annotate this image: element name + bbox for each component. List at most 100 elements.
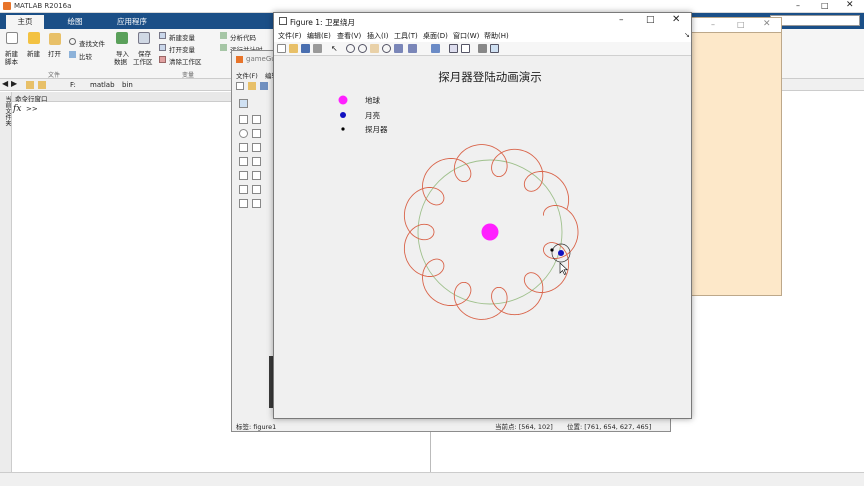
guide-open-icon[interactable] — [248, 82, 256, 90]
guide-menu-file[interactable]: 文件(F) — [236, 70, 258, 80]
link-plot-icon[interactable] — [431, 44, 440, 53]
palette-table-icon[interactable] — [252, 171, 261, 180]
palette-activex-icon[interactable] — [252, 199, 261, 208]
find-files-button[interactable]: 查找文件 — [79, 38, 105, 48]
browse-folder-icon[interactable] — [38, 81, 46, 89]
open-file-icon[interactable] — [289, 44, 298, 53]
path-segment-matlab[interactable]: matlab — [90, 81, 115, 89]
guide-status-position: 位置: [761, 654, 627, 465] — [567, 423, 652, 431]
new-variable-button[interactable]: 新建变量 — [169, 32, 195, 42]
path-drive[interactable]: F: — [70, 81, 76, 89]
matlab-maximize-button[interactable]: □ — [821, 1, 829, 10]
open-variable-button[interactable]: 打开变量 — [169, 44, 195, 54]
run-and-time-icon — [220, 44, 227, 51]
guide-new-icon[interactable] — [236, 82, 244, 90]
palette-edit-icon[interactable] — [239, 143, 248, 152]
palette-slider-icon[interactable] — [252, 115, 261, 124]
peach-minimize-button[interactable]: – — [711, 20, 715, 29]
guide-window-title: gameGu — [246, 55, 276, 63]
print-figure-icon[interactable] — [313, 44, 322, 53]
legend-moon-marker — [340, 112, 346, 118]
brush-icon[interactable] — [408, 44, 417, 53]
search-documentation-input[interactable] — [770, 15, 860, 26]
palette-buttongroup-icon[interactable] — [239, 199, 248, 208]
palette-checkbox-icon[interactable] — [252, 129, 261, 138]
edit-plot-arrow-icon[interactable]: ↖ — [331, 44, 340, 53]
up-folder-icon[interactable] — [26, 81, 34, 89]
tab-apps[interactable]: 应用程序 — [104, 15, 160, 29]
menu-tools[interactable]: 工具(T) — [394, 31, 418, 41]
new-button[interactable]: 新建 — [27, 48, 40, 58]
menu-help[interactable]: 帮助(H) — [484, 31, 509, 41]
palette-axes-icon[interactable] — [239, 185, 248, 194]
compare-button[interactable]: 比较 — [79, 51, 92, 61]
menu-insert[interactable]: 插入(I) — [367, 31, 389, 41]
figure-close-button[interactable]: ✕ — [672, 14, 680, 25]
figure-toolbar: ↖ — [274, 42, 691, 56]
hide-plot-tools-icon[interactable] — [478, 44, 487, 53]
zoom-in-icon[interactable] — [346, 44, 355, 53]
guide-component-palette — [236, 96, 268, 414]
menu-file[interactable]: 文件(F) — [278, 31, 302, 41]
zoom-out-icon[interactable] — [358, 44, 367, 53]
new-script-button-line2: 脚本 — [5, 58, 18, 66]
palette-popup-icon[interactable] — [239, 157, 248, 166]
figure-title-bar: Figure 1: 卫星绕月 – □ ✕ — [274, 13, 691, 30]
guide-save-icon[interactable] — [260, 82, 268, 90]
menu-dock-arrow-icon[interactable]: ↘ — [684, 31, 690, 39]
legend-icon[interactable] — [461, 44, 470, 53]
path-segment-bin[interactable]: bin — [122, 81, 133, 89]
legend-probe-label: 探月器 — [365, 124, 388, 134]
earth-marker — [481, 223, 499, 241]
palette-toggle-icon[interactable] — [239, 171, 248, 180]
palette-pushbutton-icon[interactable] — [239, 115, 248, 124]
matlab-logo-icon — [3, 2, 11, 10]
back-arrow-icon[interactable]: ◀ — [2, 79, 8, 88]
clear-workspace-button[interactable]: 清除工作区 — [169, 56, 202, 66]
rotate-3d-icon[interactable] — [382, 44, 391, 53]
matlab-close-button[interactable]: ✕ — [846, 0, 854, 10]
fx-icon[interactable]: fx — [13, 104, 21, 114]
forward-arrow-icon[interactable]: ▶ — [11, 79, 17, 88]
menu-window[interactable]: 窗口(W) — [453, 31, 479, 41]
probe-marker — [550, 248, 554, 252]
save-workspace-icon — [138, 32, 150, 44]
legend-moon-label: 月亮 — [365, 110, 380, 120]
moon-marker — [558, 250, 564, 256]
guide-status-tag: 标签: figure1 — [236, 423, 277, 431]
save-figure-icon[interactable] — [301, 44, 310, 53]
tab-home[interactable]: 主页 — [6, 15, 44, 29]
figure-maximize-button[interactable]: □ — [646, 15, 655, 25]
figure-plot[interactable]: 探月器登陆动画演示 地球 月亮 探月器 — [274, 57, 691, 418]
matlab-minimize-button[interactable]: – — [796, 1, 800, 10]
figure-minimize-button[interactable]: – — [619, 15, 624, 25]
analyze-code-button[interactable]: 分析代码 — [230, 32, 256, 42]
open-variable-icon — [159, 44, 166, 51]
sidebar-current-folder-label[interactable]: 当前文件夹 — [1, 96, 11, 126]
new-figure-icon[interactable] — [277, 44, 286, 53]
mouse-cursor-icon — [559, 262, 569, 275]
menu-desktop[interactable]: 桌面(D) — [423, 31, 448, 41]
figure-app-icon — [279, 17, 287, 25]
palette-listbox-icon[interactable] — [252, 157, 261, 166]
find-files-icon — [69, 38, 76, 45]
open-button[interactable]: 打开 — [48, 48, 61, 58]
data-cursor-icon[interactable] — [394, 44, 403, 53]
palette-radio-icon[interactable] — [239, 129, 248, 138]
peach-close-button[interactable]: ✕ — [763, 19, 771, 29]
current-folder-sidebar[interactable]: 当前文件夹 — [0, 92, 12, 472]
peach-maximize-button[interactable]: □ — [737, 20, 745, 29]
peach-window-body — [690, 17, 782, 296]
tab-plots[interactable]: 绘图 — [52, 15, 98, 29]
colorbar-icon[interactable] — [449, 44, 458, 53]
show-plot-tools-icon[interactable] — [490, 44, 499, 53]
palette-select-icon[interactable] — [239, 99, 248, 108]
pan-hand-icon[interactable] — [370, 44, 379, 53]
menu-view[interactable]: 查看(V) — [337, 31, 361, 41]
figure-menu-bar: 文件(F) 编辑(E) 查看(V) 插入(I) 工具(T) 桌面(D) 窗口(W… — [274, 30, 691, 42]
palette-panel-icon[interactable] — [252, 185, 261, 194]
menu-edit[interactable]: 编辑(E) — [307, 31, 331, 41]
import-data-icon — [116, 32, 128, 44]
palette-text-icon[interactable] — [252, 143, 261, 152]
legend-probe-marker — [341, 127, 345, 131]
